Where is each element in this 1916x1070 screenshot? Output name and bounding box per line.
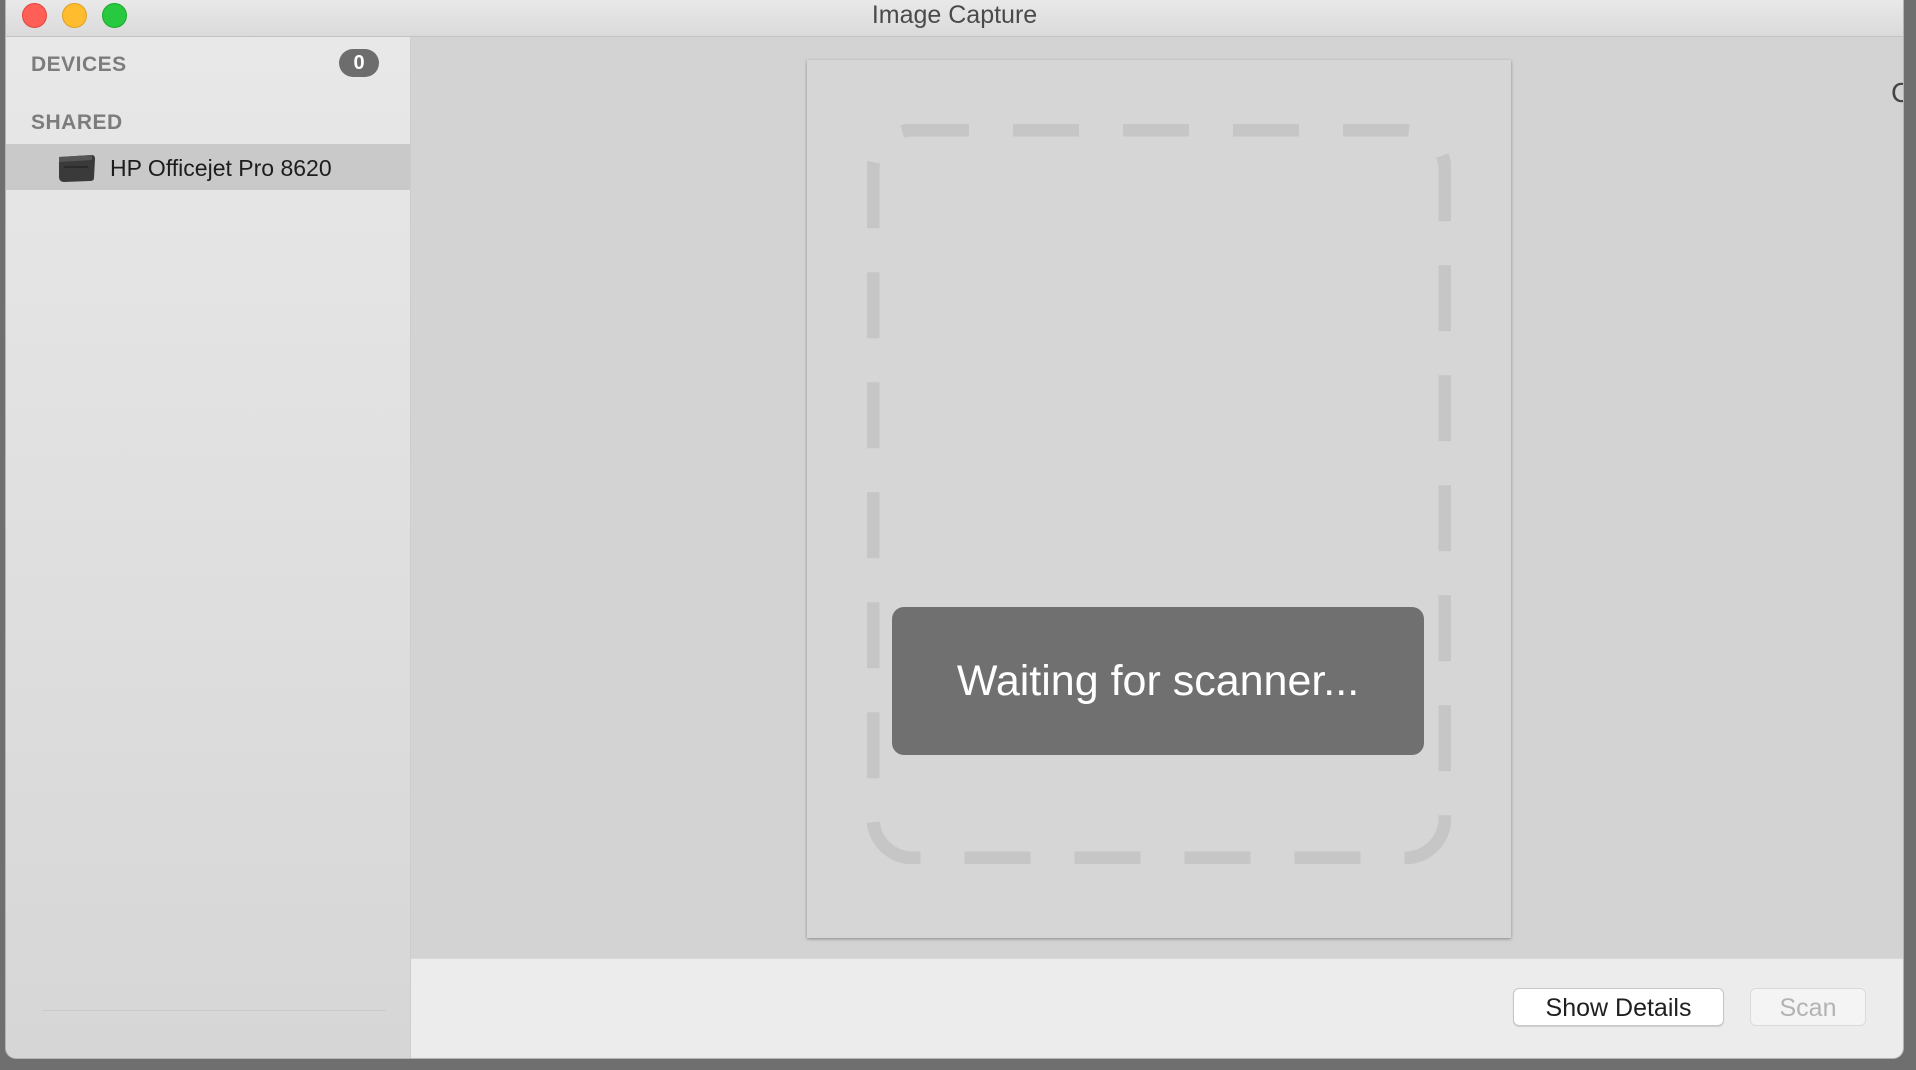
title-bar[interactable]: Image Capture <box>6 0 1903 37</box>
sidebar: DEVICES 0 SHARED HP Officejet Pro 8620 <box>6 37 411 1058</box>
sidebar-item-label: HP Officejet Pro 8620 <box>110 155 332 181</box>
clipped-edge-text: C <box>1891 77 1903 108</box>
waiting-status-overlay: Waiting for scanner... <box>892 607 1424 755</box>
bottom-toolbar: Show Details Scan <box>411 958 1903 1058</box>
window-title: Image Capture <box>871 1 1038 29</box>
scan-paper-preview: Waiting for scanner... <box>807 60 1511 938</box>
sidebar-item-hp-officejet-pro-8620[interactable]: HP Officejet Pro 8620 <box>6 144 410 190</box>
devices-section-header: DEVICES <box>31 53 127 76</box>
devices-count-badge: 0 <box>339 49 379 77</box>
scan-preview-area: Waiting for scanner... C <box>411 37 1903 958</box>
printer-icon <box>59 155 95 182</box>
sidebar-divider <box>42 1010 386 1011</box>
scan-button[interactable]: Scan <box>1750 988 1866 1026</box>
image-capture-window: Image Capture DEVICES 0 SHARED HP Office… <box>6 0 1903 1058</box>
shared-section-header: SHARED <box>31 111 123 134</box>
show-details-button[interactable]: Show Details <box>1513 988 1724 1026</box>
